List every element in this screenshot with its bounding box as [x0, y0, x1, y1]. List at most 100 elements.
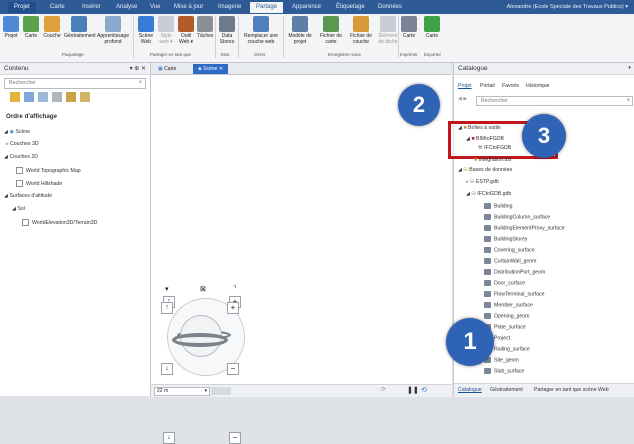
replace-web-layer-button[interactable]: Remplacer une couche web — [241, 16, 281, 45]
feature-class-item[interactable]: Opening_geom — [484, 313, 529, 319]
group-exporter: Exporter — [424, 52, 442, 57]
catalog-tab-historique[interactable]: Historique — [526, 83, 549, 89]
feature-class-item[interactable]: Building — [484, 203, 512, 209]
databases-node[interactable]: ◢ ⛁ Bases de données — [458, 167, 512, 173]
back-forward-icon[interactable]: ◀ ▶ — [458, 96, 467, 102]
share-web-style-button[interactable]: Style web ▾ — [157, 16, 175, 45]
tool-ifctofgdb[interactable]: ⚒ IFCtoFGDB — [478, 145, 511, 151]
tasks-button[interactable]: Tâches — [197, 16, 213, 39]
layer-visibility-checkbox[interactable] — [16, 180, 23, 187]
view-mode-icon[interactable] — [211, 387, 231, 395]
package-map-button[interactable]: Carte — [22, 16, 40, 39]
list-by-labeling-icon[interactable] — [80, 92, 90, 102]
print-map-button[interactable]: Carte — [400, 16, 418, 39]
tab-vue[interactable]: Vue — [144, 2, 166, 13]
zoom-in-button[interactable]: + — [227, 302, 239, 314]
layer-elevation[interactable]: WorldElevation3D/Terrain3D — [22, 219, 97, 226]
tab-projet[interactable]: Projet — [8, 2, 36, 13]
catalog-tab-projet[interactable]: Projet — [458, 83, 472, 89]
tab-catalogue[interactable]: Catalogue — [458, 387, 482, 393]
tab-inserer[interactable]: Insérer — [76, 2, 107, 13]
package-layer-button[interactable]: Couche — [42, 16, 62, 39]
layer-visibility-checkbox[interactable] — [16, 167, 23, 174]
feature-class-item[interactable]: Covering_surface — [484, 247, 535, 253]
contents-search-input[interactable]: Rechercher ⌕ — [4, 78, 146, 89]
close-icon[interactable]: ✕ — [219, 66, 223, 72]
pane-options-icon[interactable]: ▾ ⊕ ✕ — [130, 65, 146, 72]
tab-apparence[interactable]: Apparence — [286, 2, 327, 13]
layer-group-2d[interactable]: ◢ Couches 2D — [4, 154, 38, 160]
feature-class-item[interactable]: FlowTerminal_surface — [484, 291, 544, 297]
feature-class-item[interactable]: Door_surface — [484, 280, 525, 286]
refresh-draw-icon[interactable]: ⟲ — [421, 386, 427, 394]
tab-share-web-scene[interactable]: Partager en tant que scène Web — [534, 387, 609, 393]
tab-carte[interactable]: Carte — [44, 2, 71, 13]
toolbox-integration[interactable]: ■ Integration.tbx — [474, 157, 511, 163]
feature-class-item[interactable]: BuildingElementProxy_surface — [484, 225, 565, 231]
data-stores-button[interactable]: Data Stores — [218, 16, 236, 45]
user-account[interactable]: Alexandre (Ecole Speciale des Travaux Pu… — [507, 2, 628, 13]
package-deep-learning-button[interactable]: Apprentissage profond — [96, 16, 130, 45]
list-by-selection-icon[interactable] — [38, 92, 48, 102]
share-web-tool-button[interactable]: Outil Web ▾ — [176, 16, 196, 45]
feature-class-item[interactable]: CurtainWall_geom — [484, 258, 536, 264]
tab-map-view[interactable]: ▣ Carte — [153, 64, 182, 74]
export-map-button[interactable]: Carte — [422, 16, 442, 39]
package-project-button[interactable]: Projet — [2, 16, 20, 39]
list-by-snapping-icon[interactable] — [66, 92, 76, 102]
feature-class-item[interactable]: BuildingColumn_surface — [484, 214, 550, 220]
save-map-file-button[interactable]: Fichier de carte — [317, 16, 345, 45]
tab-imagerie[interactable]: Imagerie — [212, 2, 247, 13]
database-icon: ⛁ — [470, 179, 475, 185]
list-by-drawing-order-icon[interactable] — [10, 92, 20, 102]
feature-class-icon — [484, 247, 491, 253]
layer-topographic[interactable]: World Topographic Map — [16, 167, 81, 174]
scale-input[interactable]: 22 m ▾ — [154, 387, 210, 396]
full-control-icon[interactable]: ⊠ — [200, 285, 206, 293]
ground-node[interactable]: ◢ Sol — [12, 206, 25, 212]
package-geoprocessing-button[interactable]: Géotraitement — [64, 16, 96, 39]
elevation-surfaces-node[interactable]: ◢ Surfaces d'altitude — [4, 193, 52, 199]
pause-icon[interactable]: ❚❚ — [407, 386, 419, 394]
feature-class-icon — [484, 258, 491, 264]
layer-visibility-checkbox[interactable] — [22, 219, 29, 226]
feature-class-item[interactable]: Member_surface — [484, 302, 533, 308]
list-by-editing-icon[interactable] — [52, 92, 62, 102]
chevron-down-icon[interactable]: ▾ — [165, 285, 169, 293]
toolboxes-node[interactable]: ◢ ■ Boîtes à outils — [458, 125, 501, 131]
scene-node[interactable]: ◢ ◉ Scène — [4, 129, 30, 135]
list-by-source-icon[interactable] — [24, 92, 34, 102]
tab-mise-a-jour[interactable]: Mise à jour — [168, 2, 209, 13]
tilt-down-button[interactable]: ↓ — [163, 432, 175, 444]
map-icon: ▣ — [158, 66, 163, 72]
tab-geotraitement[interactable]: Géotraitement — [490, 387, 523, 393]
layer-hillshade[interactable]: World Hillshade — [16, 180, 62, 187]
gdb-ifctogdb[interactable]: ◢ ⛁ IFCtoGDB.gdb — [466, 191, 511, 197]
save-project-template-button[interactable]: Modèle de projet — [285, 16, 315, 45]
map-file-icon — [323, 16, 339, 32]
feature-class-item[interactable]: Site_geom — [484, 357, 519, 363]
tilt-up-button[interactable]: ↑ — [161, 302, 173, 314]
tab-scene-view[interactable]: ◈ Scène ✕ — [193, 64, 229, 74]
catalog-search-input[interactable]: Rechercher ⌕ — [476, 96, 633, 106]
gdb-estp[interactable]: ▹ ⛁ ESTP.gdb — [466, 179, 499, 185]
save-task-item-button[interactable]: Élément de tâche — [377, 16, 399, 45]
pane-options-icon[interactable]: ▾ — [628, 65, 631, 71]
share-web-scene-button[interactable]: Scène Web — [136, 16, 156, 45]
feature-class-item[interactable]: DistributionPort_geom — [484, 269, 545, 275]
tab-partage[interactable]: Partage — [250, 2, 284, 13]
tilt-down-button[interactable]: ↓ — [161, 363, 173, 375]
refresh-icon[interactable]: ⟳ — [381, 386, 386, 393]
feature-class-item[interactable]: BuildingStorey — [484, 236, 527, 242]
tab-donnees[interactable]: Données — [372, 2, 408, 13]
save-layer-file-button[interactable]: Fichier de couche — [347, 16, 375, 45]
feature-class-item[interactable]: Slab_surface — [484, 368, 524, 374]
tab-etiquetage[interactable]: Étiquetage — [330, 2, 371, 13]
layer-group-3d[interactable]: ▹ Couches 3D — [6, 141, 39, 147]
toolbox-bimtofgdb[interactable]: ◢ ■ BIMtoFGDB — [466, 136, 504, 142]
zoom-out-button[interactable]: − — [229, 432, 241, 444]
zoom-out-button[interactable]: − — [227, 363, 239, 375]
catalog-tab-favoris[interactable]: Favoris — [502, 83, 519, 89]
tab-analyse[interactable]: Analyse — [110, 2, 143, 13]
catalog-tab-portail[interactable]: Portail — [480, 83, 495, 89]
